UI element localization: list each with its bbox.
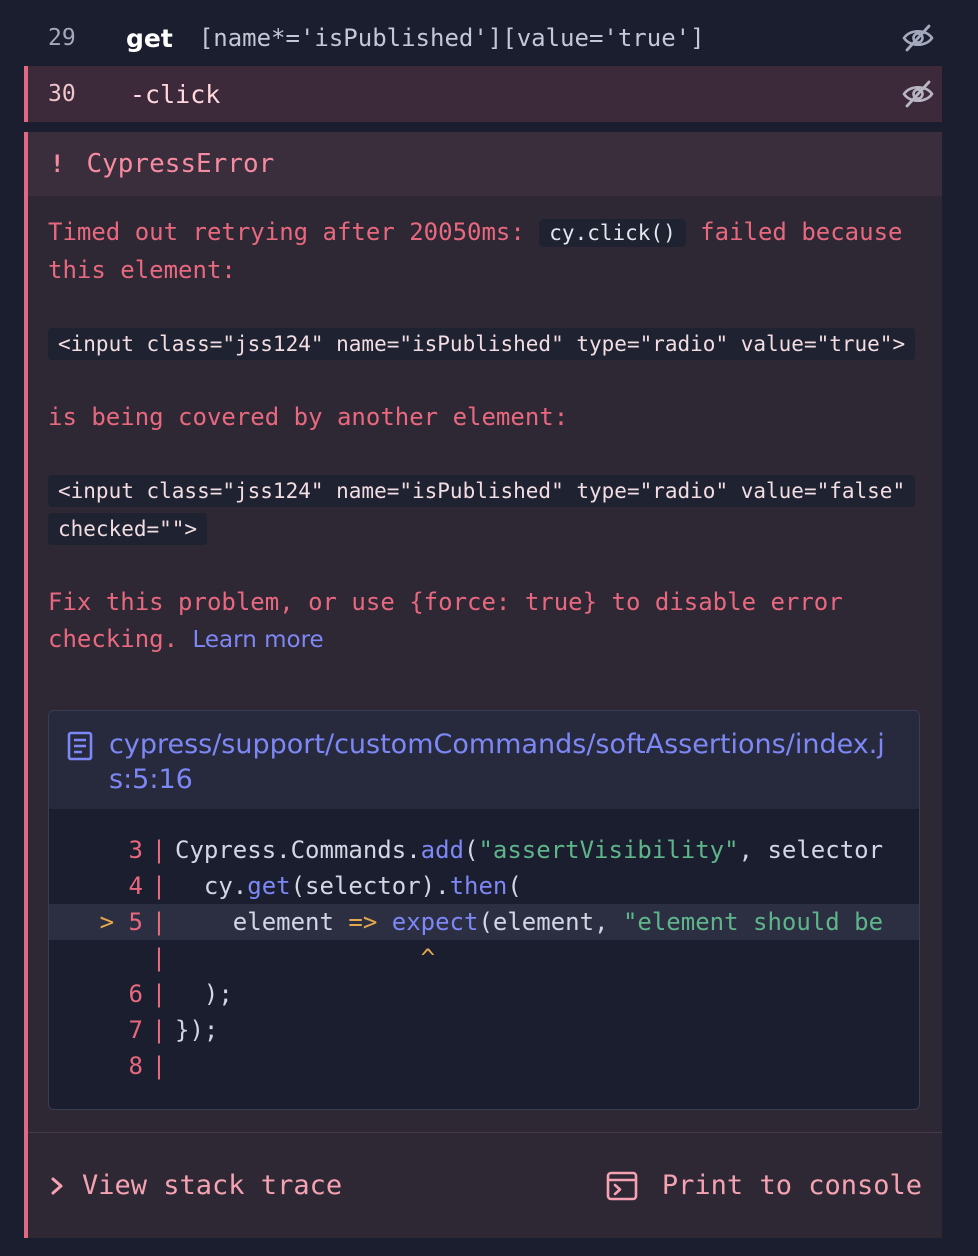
file-icon xyxy=(67,731,93,761)
error-header: ! CypressError xyxy=(28,132,942,196)
line-number: 6 xyxy=(128,980,143,1008)
file-path-link[interactable]: cypress/support/customCommands/softAsser… xyxy=(109,727,901,797)
print-console-label: Print to console xyxy=(661,1170,922,1201)
element-html-line: <input class="jss124" name="isPublished"… xyxy=(48,325,922,363)
stack-trace-label: View stack trace xyxy=(82,1170,343,1201)
error-caret: ^ xyxy=(420,944,436,972)
fix-line: Fix this problem, or use {force: true} t… xyxy=(48,584,922,659)
fix-text: Fix this problem, or use {force: true} t… xyxy=(48,588,843,653)
line-number: 7 xyxy=(128,1016,143,1044)
code-line: 7 | }); xyxy=(49,1012,919,1048)
eye-slash-icon[interactable] xyxy=(902,79,934,109)
line-number: > 5 xyxy=(99,908,143,936)
error-message: Timed out retrying after 20050ms: cy.cli… xyxy=(28,196,942,659)
command-name: -click xyxy=(130,79,221,109)
command-name: get xyxy=(126,23,173,53)
view-stack-trace-button[interactable]: View stack trace xyxy=(50,1170,342,1201)
covering-element-html: <input class="jss124" name="isPublished"… xyxy=(48,475,916,545)
command-number: 29 xyxy=(48,25,76,51)
command-message: [name*='isPublished'][value='true'] xyxy=(198,24,705,52)
covering-html-line: <input class="jss124" name="isPublished"… xyxy=(48,472,922,548)
learn-more-link[interactable]: Learn more xyxy=(193,627,324,653)
code-frame: cypress/support/customCommands/softAsser… xyxy=(48,710,920,1110)
code-line: 3 | Cypress.Commands.add("assertVisibilit… xyxy=(49,832,919,868)
current-line-marker: > xyxy=(99,908,115,936)
exclamation-icon: ! xyxy=(50,150,65,178)
command-row[interactable]: 29 get [name*='isPublished'][value='true… xyxy=(24,10,942,66)
error-footer: View stack trace Print to console xyxy=(28,1132,942,1238)
line-number: 4 xyxy=(128,872,143,900)
code-lines: 3 | Cypress.Commands.add("assertVisibilit… xyxy=(49,809,919,1084)
error-panel: ! CypressError Timed out retrying after … xyxy=(24,132,942,1238)
command-row-failed[interactable]: 30 -click xyxy=(24,66,942,122)
code-line-caret: | ^ xyxy=(151,944,436,972)
command-number: 30 xyxy=(48,81,76,107)
terminal-icon xyxy=(606,1171,638,1200)
line-number: 3 xyxy=(128,836,143,864)
print-to-console-button[interactable]: Print to console xyxy=(606,1170,922,1202)
code-line: 8 | xyxy=(49,1048,919,1084)
error-text: Timed out retrying after 20050ms: xyxy=(48,218,525,246)
code-frame-header: cypress/support/customCommands/softAsser… xyxy=(49,711,919,809)
covered-text: is being covered by another element: xyxy=(48,403,569,431)
error-title: CypressError xyxy=(86,149,275,179)
element-html: <input class="jss124" name="isPublished"… xyxy=(48,328,916,360)
error-message-line: Timed out retrying after 20050ms: cy.cli… xyxy=(48,214,922,289)
code-line: 6 | ); xyxy=(49,976,919,1012)
code-line-highlighted: > 5 | element => expect(element, "element… xyxy=(49,904,919,940)
eye-slash-icon[interactable] xyxy=(902,23,934,53)
command-code: cy.click() xyxy=(539,219,686,247)
chevron-right-icon xyxy=(51,1177,63,1194)
line-number: 8 xyxy=(128,1052,143,1080)
code-line: 4 | cy.get(selector).then( xyxy=(49,868,919,904)
